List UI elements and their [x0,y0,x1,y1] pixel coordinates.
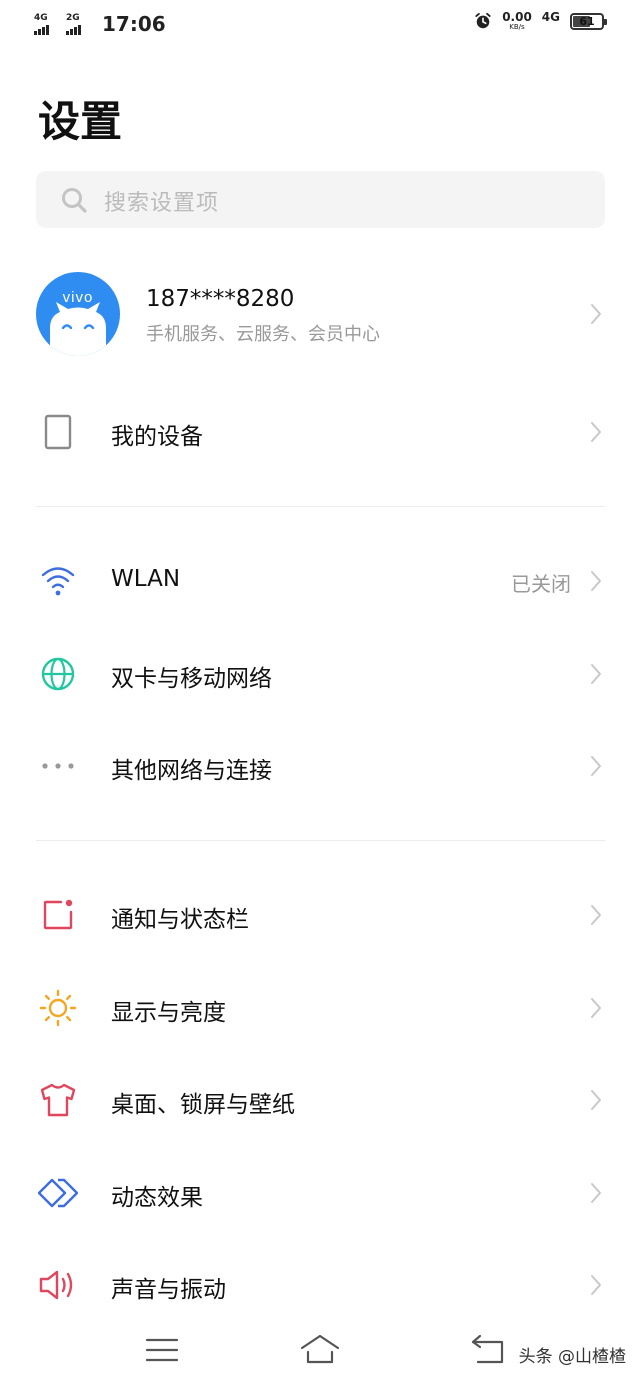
settings-item-dual-sim[interactable]: 双卡与移动网络 [36,644,605,704]
network-speed-value: 0.00 [502,10,532,24]
divider [36,840,605,841]
settings-item-animations[interactable]: 动态效果 [36,1163,605,1223]
network-speed-unit: KB/s [509,23,525,31]
divider [36,506,605,507]
account-number: 187****8280 [146,286,295,312]
chevron-right-icon [591,1090,601,1110]
settings-item-label: 通知与状态栏 [111,907,249,933]
mobile-data-indicator: 4G [541,10,560,24]
tshirt-icon [36,1078,80,1122]
back-icon[interactable] [468,1332,508,1368]
search-bar[interactable]: 搜索设置项 [36,171,605,228]
settings-item-display[interactable]: 显示与亮度 [36,978,605,1038]
chevron-right-icon [591,1275,601,1295]
network-speed: 0.00 KB/s [502,11,532,31]
battery-level: 61 [579,14,595,28]
chevron-right-icon [591,664,601,684]
more-dots-icon [36,744,80,788]
search-icon [62,188,87,213]
settings-item-label: 我的设备 [111,424,203,450]
globe-icon [36,652,80,696]
search-placeholder: 搜索设置项 [104,191,220,216]
settings-item-label: 双卡与移动网络 [111,666,272,692]
settings-item-label: 动态效果 [111,1185,203,1211]
home-icon[interactable] [300,1332,340,1368]
sim1-signal-icon: 4G [34,13,56,35]
wifi-icon [36,559,80,603]
settings-item-my-device[interactable]: 我的设备 [36,402,605,462]
avatar: vivo [36,272,120,356]
chevron-right-icon [591,756,601,776]
watermark: 头条 @山楂楂 [518,1347,626,1367]
vivo-mascot-icon: vivo [50,289,106,356]
sim2-network-type: 2G [66,13,80,23]
settings-item-label: 其他网络与连接 [111,758,272,784]
settings-item-label: 桌面、锁屏与壁纸 [111,1092,295,1118]
chevron-right-icon [591,422,601,442]
battery-icon: 61 [570,12,607,30]
menu-icon[interactable] [142,1332,182,1368]
page-title: 设置 [38,97,123,146]
chevron-right-icon [591,304,601,324]
navigation-bar: 头条 @山楂楂 [0,1318,640,1387]
notification-icon [36,893,80,937]
alarm-icon [475,12,491,29]
account-row[interactable]: vivo 187****8280 手机服务、云服务、会员中心 [36,272,605,356]
diamond-icon [36,1171,80,1215]
settings-item-notifications[interactable]: 通知与状态栏 [36,885,605,945]
settings-item-label: WLAN [111,566,181,592]
sim2-signal-icon: 2G [66,13,88,35]
status-time: 17:06 [102,12,166,36]
chevron-right-icon [591,571,601,591]
settings-item-wlan[interactable]: WLAN 已关闭 [36,551,605,611]
settings-item-label: 显示与亮度 [111,1000,226,1026]
status-bar: 4G 2G 17:06 0.00 KB/s 4G 61 [0,0,640,52]
chevron-right-icon [591,1183,601,1203]
speaker-icon [36,1263,80,1307]
settings-item-label: 声音与振动 [111,1277,226,1303]
account-subtitle: 手机服务、云服务、会员中心 [146,324,380,345]
chevron-right-icon [591,905,601,925]
settings-item-sound[interactable]: 声音与振动 [36,1255,605,1315]
device-icon [36,410,80,454]
settings-item-wallpaper[interactable]: 桌面、锁屏与壁纸 [36,1070,605,1130]
chevron-right-icon [591,998,601,1018]
settings-item-other-networks[interactable]: 其他网络与连接 [36,736,605,796]
avatar-brand-label: vivo [63,289,94,306]
sun-icon [36,986,80,1030]
sim1-network-type: 4G [34,13,48,23]
wlan-status: 已关闭 [511,572,571,596]
